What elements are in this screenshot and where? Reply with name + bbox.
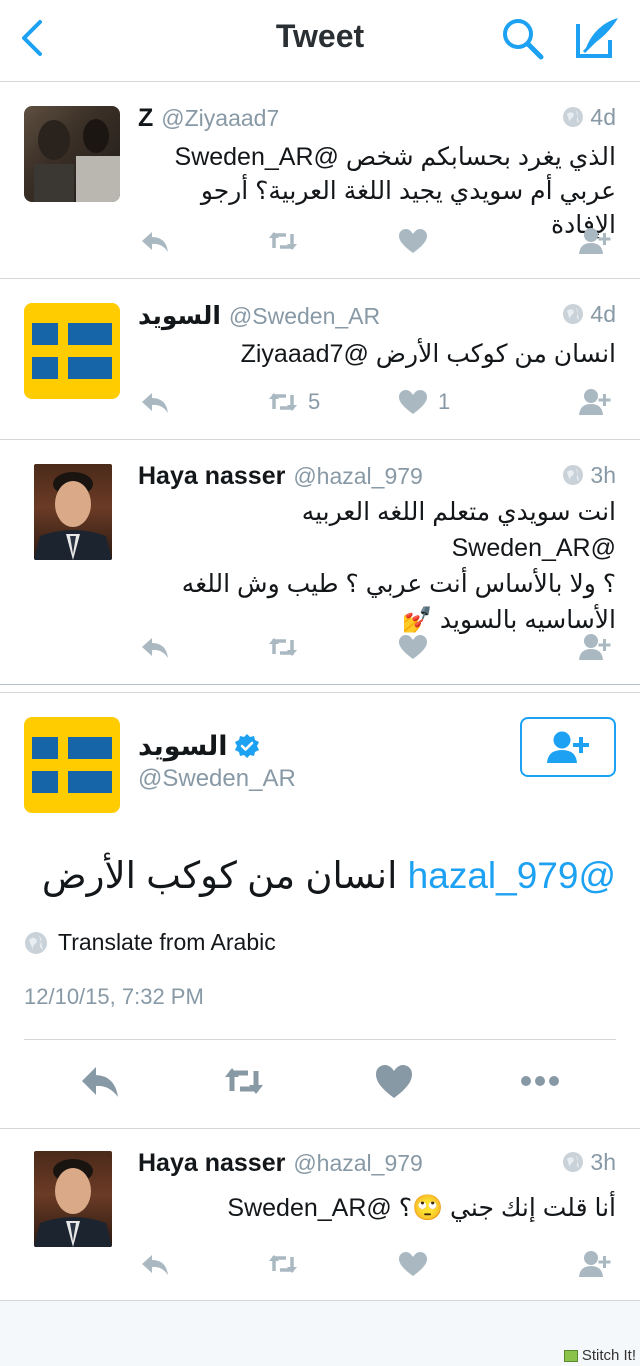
tweet-item[interactable]: Z @Ziyaaad7 4d الذي يغرد بحسابكم شخص @Swe…: [0, 82, 640, 279]
mention-link[interactable]: @hazal_979: [408, 855, 616, 896]
retweet-icon: [269, 393, 297, 411]
tweet-text-line: انسان من كوكب الأرض @Ziyaaad7: [240, 340, 616, 368]
watermark-label: Stitch It!: [581, 1347, 636, 1364]
search-icon[interactable]: [498, 14, 546, 62]
tweet-text-line: ؟ ولا بالأساس أنت عربي ؟ طيب وش اللغه: [181, 570, 616, 598]
retweet-button[interactable]: 5: [266, 385, 320, 419]
retweet-count: 5: [308, 389, 321, 414]
globe-icon: [25, 931, 47, 954]
translate-label[interactable]: Translate from Arabic: [58, 929, 276, 956]
follow-user-icon: [547, 731, 589, 763]
globe-icon: [563, 107, 584, 127]
user-name[interactable]: السويد: [138, 731, 228, 761]
retweet-icon[interactable]: [222, 1061, 266, 1101]
retweet-icon[interactable]: [266, 224, 300, 258]
user-name[interactable]: السويد: [138, 302, 221, 330]
user-handle[interactable]: @hazal_979: [293, 463, 423, 489]
avatar[interactable]: [34, 1151, 112, 1247]
reply-icon[interactable]: [138, 630, 172, 664]
globe-icon: [563, 465, 584, 485]
follow-user-icon[interactable]: [578, 1247, 612, 1281]
tweet-item[interactable]: Haya nasser @hazal_979 3h أنا قلت إنك جني…: [0, 1129, 640, 1301]
follow-user-icon[interactable]: [578, 630, 612, 664]
tweet-text: انت سويدي متعلم اللغه العربيه @Sweden_AR…: [138, 494, 616, 638]
tweet-timestamp: 12/10/15, 7:32 PM: [24, 984, 204, 1009]
like-heart-icon: [399, 390, 427, 414]
tweet-time: 3h: [590, 1149, 616, 1175]
tweet-text: أنا قلت إنك جني 🙄؟ @Sweden_AR: [227, 1194, 616, 1222]
tweet-text: انسان من كوكب الأرض @Ziyaaad7: [138, 337, 616, 371]
avatar[interactable]: [24, 717, 120, 813]
user-name-row[interactable]: السويد: [138, 731, 260, 762]
user-handle[interactable]: @Sweden_AR: [138, 765, 296, 793]
like-heart-icon[interactable]: [396, 1247, 430, 1281]
tweet-item[interactable]: السويد @Sweden_AR 4d انسان من كوكب الأرض …: [0, 279, 640, 440]
reply-icon[interactable]: [78, 1061, 122, 1101]
avatar[interactable]: [24, 106, 120, 202]
user-handle[interactable]: @Ziyaaad7: [161, 105, 279, 131]
tweet-body: انسان من كوكب الأرض: [41, 855, 398, 896]
tweet-text-line: انت سويدي متعلم اللغه العربيه @Sweden_AR: [301, 498, 616, 562]
more-options-icon[interactable]: [518, 1061, 562, 1101]
tweet-text-line: الذي يغرد بحسابكم شخص @Sweden_AR: [174, 143, 616, 171]
tweet-text: @hazal_979 انسان من كوكب الأرض: [24, 853, 616, 899]
globe-icon: [563, 1152, 584, 1172]
reply-icon[interactable]: [138, 385, 172, 419]
top-bar: Tweet: [0, 0, 640, 82]
section-divider: [0, 684, 640, 693]
reply-icon[interactable]: [138, 1247, 172, 1281]
retweet-icon[interactable]: [266, 1247, 300, 1281]
user-name[interactable]: Haya nasser: [138, 462, 285, 490]
avatar[interactable]: [34, 464, 112, 560]
like-button[interactable]: 1: [396, 385, 450, 419]
follow-user-icon[interactable]: [578, 224, 612, 258]
follow-button[interactable]: [520, 717, 616, 777]
footer-area: Stitch It!: [0, 1301, 640, 1366]
like-heart-icon[interactable]: [372, 1061, 416, 1101]
tweet-item[interactable]: Haya nasser @hazal_979 3h انت سويدي متعلم…: [0, 440, 640, 684]
like-heart-icon[interactable]: [396, 224, 430, 258]
translate-link[interactable]: Translate from Arabic: [24, 929, 276, 956]
stitch-logo-icon: [563, 1349, 578, 1362]
tweet-time: 4d: [590, 301, 616, 327]
tweet-time: 3h: [590, 462, 616, 488]
user-handle[interactable]: @Sweden_AR: [229, 303, 380, 329]
focused-tweet: السويد @Sweden_AR @hazal_979 انسان من كو…: [0, 693, 640, 1129]
user-name[interactable]: Z: [138, 104, 153, 132]
divider: [24, 1039, 616, 1040]
user-handle[interactable]: @hazal_979: [293, 1150, 423, 1176]
user-name[interactable]: Haya nasser: [138, 1149, 285, 1177]
compose-tweet-icon[interactable]: [572, 14, 622, 62]
watermark: Stitch It!: [563, 1347, 636, 1364]
reply-icon[interactable]: [138, 224, 172, 258]
like-heart-icon[interactable]: [396, 630, 430, 664]
tweet-actions: [0, 1061, 640, 1101]
avatar[interactable]: [24, 303, 120, 399]
verified-badge-icon: [234, 734, 259, 758]
retweet-icon[interactable]: [266, 630, 300, 664]
globe-icon: [563, 304, 584, 324]
like-count: 1: [438, 389, 451, 414]
follow-user-icon[interactable]: [578, 385, 612, 419]
tweet-time: 4d: [590, 104, 616, 130]
